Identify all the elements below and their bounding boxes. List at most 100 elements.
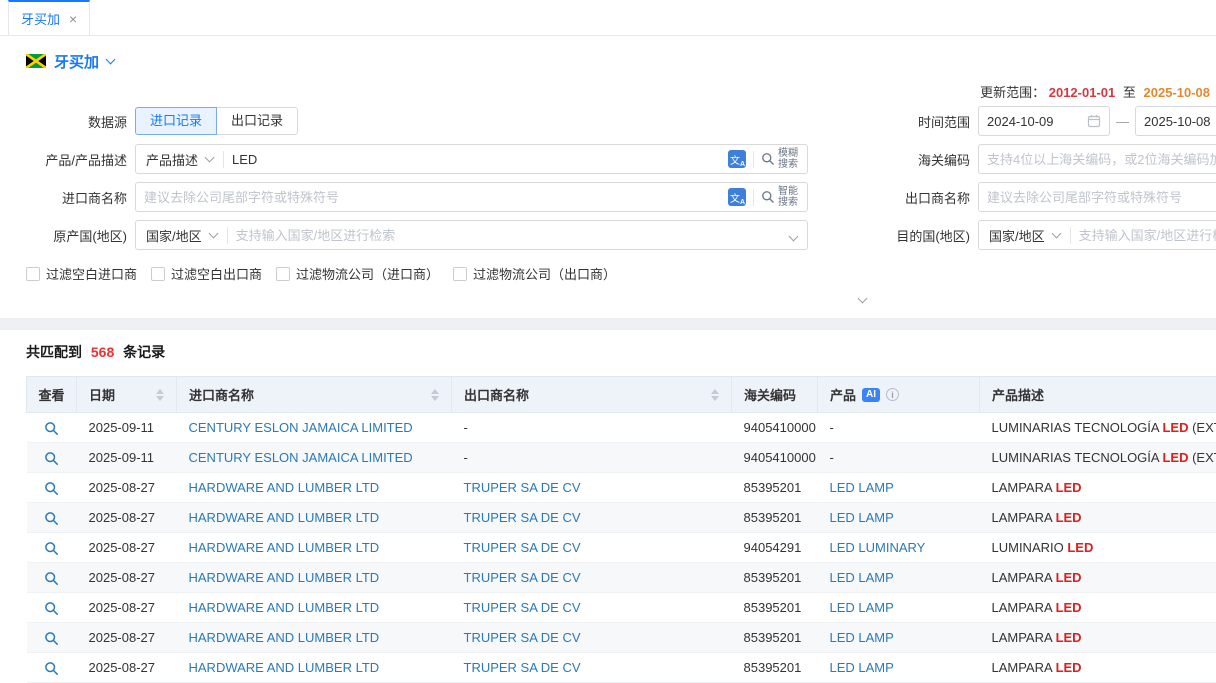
product-link[interactable]: LED LAMP (830, 600, 894, 615)
checkbox-icon[interactable] (151, 267, 165, 281)
sort-exporter[interactable] (711, 389, 719, 401)
exporter-cell: TRUPER SA DE CV (452, 593, 732, 623)
exporter-link[interactable]: TRUPER SA DE CV (464, 480, 581, 495)
country-title: 牙买加 (54, 51, 99, 72)
destination-country-input[interactable] (1071, 228, 1216, 243)
exporter-link[interactable]: TRUPER SA DE CV (464, 540, 581, 555)
date-cell: 2025-09-11 (77, 443, 177, 473)
view-record-button[interactable] (44, 661, 59, 676)
exporter-input-group (978, 182, 1216, 212)
exporter-name-input[interactable] (979, 190, 1216, 205)
collapse-filters-button[interactable] (848, 292, 876, 308)
importer-link[interactable]: HARDWARE AND LUMBER LTD (189, 600, 380, 615)
importer-link[interactable]: HARDWARE AND LUMBER LTD (189, 660, 380, 675)
product-link[interactable]: LED LAMP (830, 630, 894, 645)
magnifier-icon (44, 421, 59, 436)
product-cell: - (818, 443, 980, 473)
checkbox-icon[interactable] (276, 267, 290, 281)
view-record-button[interactable] (44, 601, 59, 616)
country-header[interactable]: 牙买加 (0, 36, 1216, 72)
product-type-select[interactable]: 产品描述 (136, 150, 223, 169)
checkbox-icon[interactable] (453, 267, 467, 281)
origin-country-input[interactable] (228, 228, 790, 243)
importer-cell: HARDWARE AND LUMBER LTD (177, 503, 452, 533)
destination-input-group: 国家/地区 (978, 220, 1216, 250)
desc-text: LUMINARIAS TECNOLOGÍA (992, 450, 1163, 465)
description-cell: LUMINARIO LED (980, 533, 1216, 563)
exporter-link[interactable]: TRUPER SA DE CV (464, 660, 581, 675)
importer-link[interactable]: CENTURY ESLON JAMAICA LIMITED (189, 420, 413, 435)
end-date-input[interactable]: 2025-10-08 (1135, 106, 1216, 136)
start-date-input[interactable]: 2024-10-09 (978, 106, 1110, 136)
date-cell: 2025-08-27 (77, 653, 177, 683)
product-link[interactable]: LED LAMP (830, 570, 894, 585)
date-cell: 2025-08-27 (77, 533, 177, 563)
product-link[interactable]: LED LAMP (830, 480, 894, 495)
view-record-button[interactable] (44, 421, 59, 436)
checkbox-filter-logistics-exporter[interactable]: 过滤物流公司（出口商） (453, 264, 616, 283)
importer-link[interactable]: HARDWARE AND LUMBER LTD (189, 480, 380, 495)
checkbox-filter-blank-importer[interactable]: 过滤空白进口商 (26, 264, 137, 283)
fuzzy-search-toggle[interactable]: 模糊搜索 (761, 148, 799, 170)
checkbox-label: 过滤空白进口商 (46, 264, 137, 283)
checkbox-filter-logistics-importer[interactable]: 过滤物流公司（进口商） (276, 264, 439, 283)
translate-icon[interactable]: 文A (728, 150, 746, 168)
view-record-button[interactable] (44, 481, 59, 496)
view-record-button[interactable] (44, 541, 59, 556)
sort-importer[interactable] (431, 389, 439, 401)
exporter-link[interactable]: TRUPER SA DE CV (464, 600, 581, 615)
tab-close-icon[interactable]: × (69, 12, 77, 26)
view-record-button[interactable] (44, 571, 59, 586)
importer-link[interactable]: HARDWARE AND LUMBER LTD (189, 540, 380, 555)
product-input-icons: 文A 模糊搜索 (720, 148, 807, 170)
magnifier-icon (44, 481, 59, 496)
hs-code-input[interactable] (979, 152, 1216, 167)
checkbox-filter-blank-exporter[interactable]: 过滤空白出口商 (151, 264, 262, 283)
view-record-button[interactable] (44, 451, 59, 466)
origin-dropdown[interactable] (790, 228, 807, 243)
magnifier-icon (44, 451, 59, 466)
product-link[interactable]: LED LAMP (830, 660, 894, 675)
exporter-link[interactable]: TRUPER SA DE CV (464, 510, 581, 525)
hs-code-cell: 9405410000 (732, 413, 818, 443)
search-icon (761, 190, 775, 204)
hs-code-cell: 85395201 (732, 623, 818, 653)
info-icon[interactable]: i (886, 388, 899, 401)
tab-jamaica[interactable]: 牙买加 × (8, 0, 90, 35)
exporter-link[interactable]: TRUPER SA DE CV (464, 570, 581, 585)
importer-name-input[interactable] (136, 190, 720, 205)
view-record-button[interactable] (44, 511, 59, 526)
desc-text: LAMPARA (992, 660, 1056, 675)
description-cell: LAMPARA LED (980, 563, 1216, 593)
origin-type-select[interactable]: 国家/地区 (136, 226, 227, 245)
destination-type-select[interactable]: 国家/地区 (979, 226, 1070, 245)
importer-link[interactable]: HARDWARE AND LUMBER LTD (189, 570, 380, 585)
table-header-row: 查看 日期 进口商名称 (27, 377, 1216, 413)
product-link[interactable]: LED LAMP (830, 510, 894, 525)
product-cell: LED LAMP (818, 503, 980, 533)
product-search-input[interactable] (224, 152, 720, 167)
chevron-down-icon[interactable] (106, 55, 116, 65)
export-records-button[interactable]: 出口记录 (217, 107, 298, 135)
col-importer: 进口商名称 (177, 377, 452, 413)
importer-cell: HARDWARE AND LUMBER LTD (177, 533, 452, 563)
product-link[interactable]: LED LUMINARY (830, 540, 926, 555)
import-records-button[interactable]: 进口记录 (135, 107, 217, 135)
smart-search-toggle[interactable]: 智能搜索 (761, 186, 799, 208)
importer-link[interactable]: HARDWARE AND LUMBER LTD (189, 630, 380, 645)
translate-icon[interactable]: 文A (728, 188, 746, 206)
product-cell: LED LAMP (818, 623, 980, 653)
divider (753, 151, 754, 168)
sort-date[interactable] (156, 389, 164, 401)
importer-link[interactable]: CENTURY ESLON JAMAICA LIMITED (189, 450, 413, 465)
view-record-button[interactable] (44, 631, 59, 646)
view-cell (27, 653, 77, 683)
description-cell: LAMPARA LED (980, 473, 1216, 503)
checkbox-icon[interactable] (26, 267, 40, 281)
start-date-value: 2024-10-09 (987, 114, 1054, 129)
desc-highlight: LED (1056, 630, 1082, 645)
exporter-link[interactable]: TRUPER SA DE CV (464, 630, 581, 645)
importer-link[interactable]: HARDWARE AND LUMBER LTD (189, 510, 380, 525)
product-field: 产品描述 文A (135, 144, 808, 174)
desc-highlight: LED (1056, 600, 1082, 615)
